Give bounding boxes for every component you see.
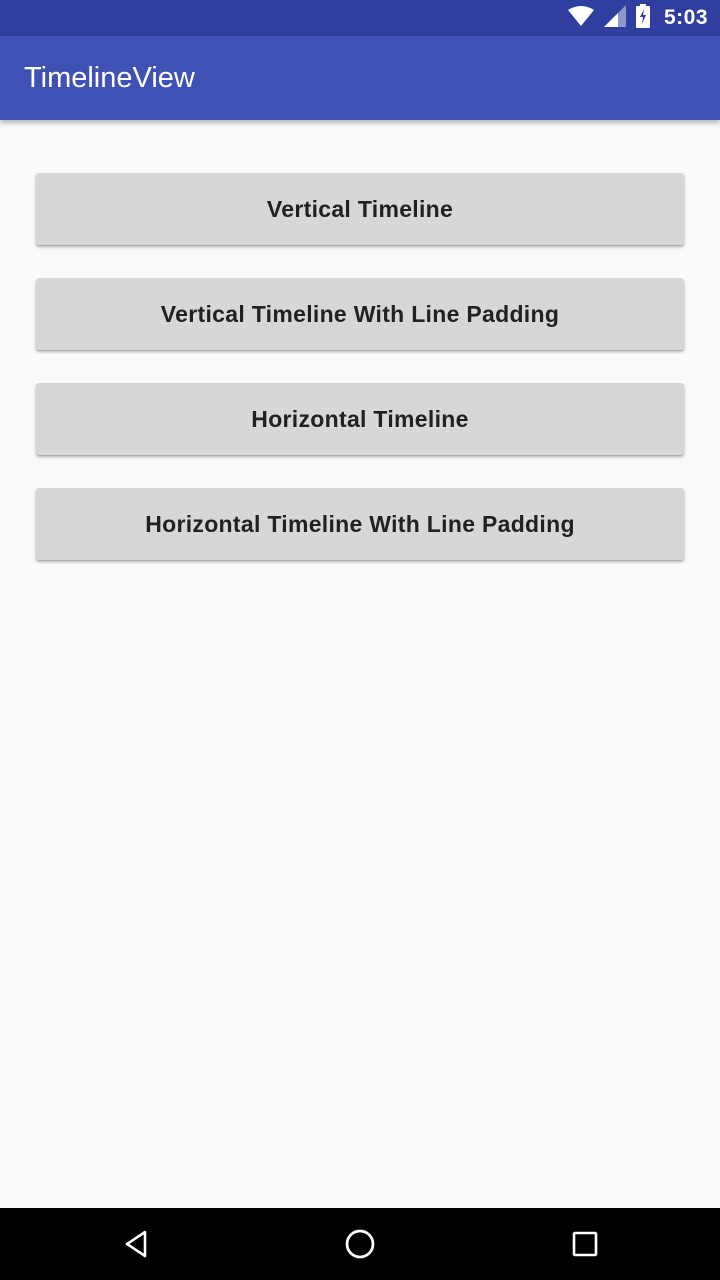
status-time: 5:03 (663, 6, 708, 29)
vertical-timeline-button[interactable]: Vertical Timeline (36, 173, 684, 245)
horizontal-timeline-button[interactable]: Horizontal Timeline (36, 383, 684, 455)
status-bar: 5:03 (0, 0, 720, 36)
cell-signal-icon (603, 4, 626, 32)
battery-icon (635, 3, 650, 33)
status-icons: 5:03 (567, 0, 708, 36)
back-icon[interactable] (100, 1208, 172, 1280)
horizontal-timeline-line-padding-button[interactable]: Horizontal Timeline With Line Padding (36, 488, 684, 560)
wifi-icon (567, 5, 594, 31)
recents-icon[interactable] (549, 1208, 621, 1280)
app-title: TimelineView (24, 62, 195, 94)
main-content: Vertical Timeline Vertical Timeline With… (0, 120, 720, 1208)
vertical-timeline-line-padding-button[interactable]: Vertical Timeline With Line Padding (36, 278, 684, 350)
app-bar: TimelineView (0, 36, 720, 120)
navigation-bar (0, 1208, 720, 1280)
home-icon[interactable] (324, 1208, 396, 1280)
